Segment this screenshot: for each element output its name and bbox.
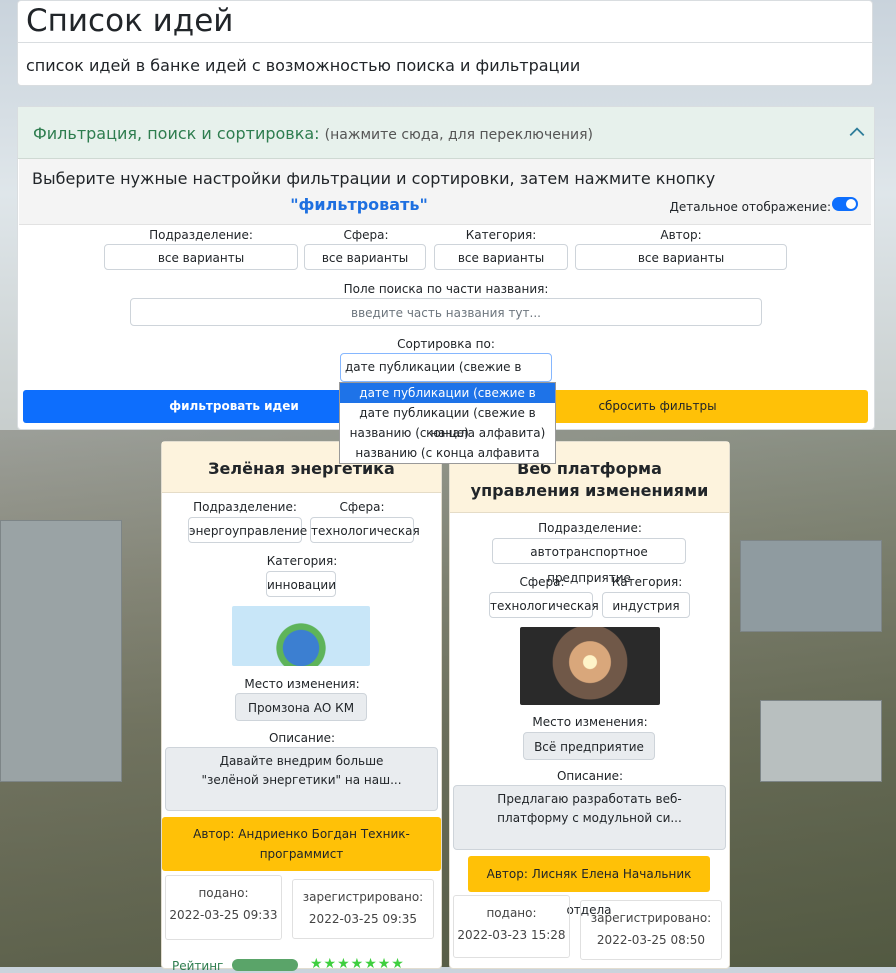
background-photo: [0, 430, 896, 967]
place-value: Всё предприятие: [523, 732, 655, 760]
sphere-label: Сфера:: [519, 575, 565, 589]
search-input[interactable]: введите часть названия тут...: [130, 298, 762, 326]
submitted-box: подано: 2022-03-23 15:28: [453, 895, 570, 958]
author-badge: Автор: Андриенко Богдан Техник-программи…: [162, 817, 441, 871]
category-select[interactable]: все варианты: [434, 244, 568, 270]
instruction-button-name: "фильтровать": [290, 195, 428, 214]
idea-card: Зелёная энергетика Подразделение: Сфера:…: [161, 441, 442, 973]
category-label: Категория:: [611, 575, 683, 589]
detail-view-label: Детальное отображение:: [669, 200, 831, 214]
submitted-box: подано: 2022-03-25 09:33: [165, 875, 282, 940]
sphere-label: Сфера:: [339, 500, 385, 514]
idea-card: Веб платформа управления изменениями Под…: [449, 441, 730, 969]
place-value: Промзона АО КМ: [235, 693, 367, 721]
submitted-label: подано:: [198, 886, 249, 900]
category-value: индустрия 4.0: [602, 592, 690, 639]
chevron-up-icon[interactable]: [848, 123, 866, 141]
category-label: Категория:: [465, 228, 537, 242]
rating-label: Рейтинг: [172, 959, 224, 973]
desc-textarea[interactable]: Давайте внедрим больше "зелёной энергети…: [165, 747, 438, 811]
sort-label: Сортировка по:: [397, 337, 495, 351]
page-header: Список идей список идей в банке идей с в…: [17, 0, 873, 86]
sort-option[interactable]: названию (с конца алфавита: [340, 443, 555, 463]
accordion-toggle[interactable]: Фильтрация, поиск и сортировка: (нажмите…: [18, 107, 874, 159]
background-building: [0, 520, 122, 782]
place-label: Место изменения:: [532, 715, 648, 729]
division-label: Подразделение:: [538, 521, 642, 535]
registered-box: зарегистрировано: 2022-03-25 08:50: [580, 900, 722, 960]
division-label: Подразделение:: [149, 228, 253, 242]
place-label: Место изменения:: [244, 677, 360, 691]
background-building: [760, 700, 882, 782]
search-label: Поле поиска по части названия:: [343, 282, 549, 296]
submitted-date: 2022-03-25 09:33: [169, 908, 278, 922]
page-subtitle: список идей в банке идей с возможностью …: [18, 42, 872, 84]
registered-date: 2022-03-25 09:35: [308, 912, 418, 926]
page-title: Список идей: [26, 3, 234, 39]
desc-textarea[interactable]: Предлагаю разработать веб-платформу с мо…: [453, 785, 726, 850]
submitted-label: подано:: [486, 906, 537, 920]
sphere-select[interactable]: все варианты: [304, 244, 426, 270]
desc-label: Описание:: [268, 731, 336, 745]
sort-dropdown: дате публикации (свежие в начале) дате п…: [339, 382, 556, 464]
registered-box: зарегистрировано: 2022-03-25 09:35: [292, 879, 434, 939]
registered-label: зарегистрировано:: [302, 890, 424, 904]
sphere-value: технологическая: [310, 517, 420, 543]
division-value: автотранспортное предприятие: [492, 538, 686, 585]
division-label: Подразделение:: [193, 500, 297, 514]
category-label: Категория:: [266, 554, 338, 568]
sphere-value: технологическая: [489, 592, 599, 618]
submitted-date: 2022-03-23 15:28: [457, 928, 566, 942]
desc-label: Описание:: [556, 769, 624, 783]
registered-date: 2022-03-25 08:50: [596, 933, 706, 947]
author-label: Автор:: [660, 228, 702, 242]
sphere-label: Сфера:: [343, 228, 389, 242]
accordion-title: Фильтрация, поиск и сортировка:: [33, 124, 320, 143]
instruction-text: Выберите нужные настройки фильтрации и с…: [32, 169, 716, 188]
detail-view-toggle[interactable]: [832, 197, 858, 211]
sort-option[interactable]: названию (с начала алфавита): [340, 423, 555, 443]
division-value: энергоуправление: [188, 517, 307, 543]
category-value: инновации: [266, 571, 336, 597]
rating-badge: [232, 959, 298, 971]
author-select[interactable]: все варианты: [575, 244, 787, 270]
rating-stars-icon[interactable]: ★★★★★★★: [310, 956, 405, 972]
registered-label: зарегистрировано:: [590, 911, 712, 925]
author-badge: Автор: Лисняк Елена Начальник отдела: [468, 856, 710, 917]
sort-select[interactable]: дате публикации (свежие в начале): [340, 353, 552, 401]
division-select[interactable]: все варианты: [104, 244, 298, 270]
idea-image[interactable]: [520, 627, 660, 705]
accordion-hint: (нажмите сюда, для переключения): [324, 127, 593, 143]
sort-option[interactable]: дате публикации (свежие в конце): [340, 403, 555, 440]
sort-option[interactable]: дате публикации (свежие в начале): [340, 383, 555, 420]
background-building: [740, 540, 882, 632]
instruction-panel: Выберите нужные настройки фильтрации и с…: [19, 159, 871, 225]
idea-image[interactable]: [232, 606, 370, 666]
